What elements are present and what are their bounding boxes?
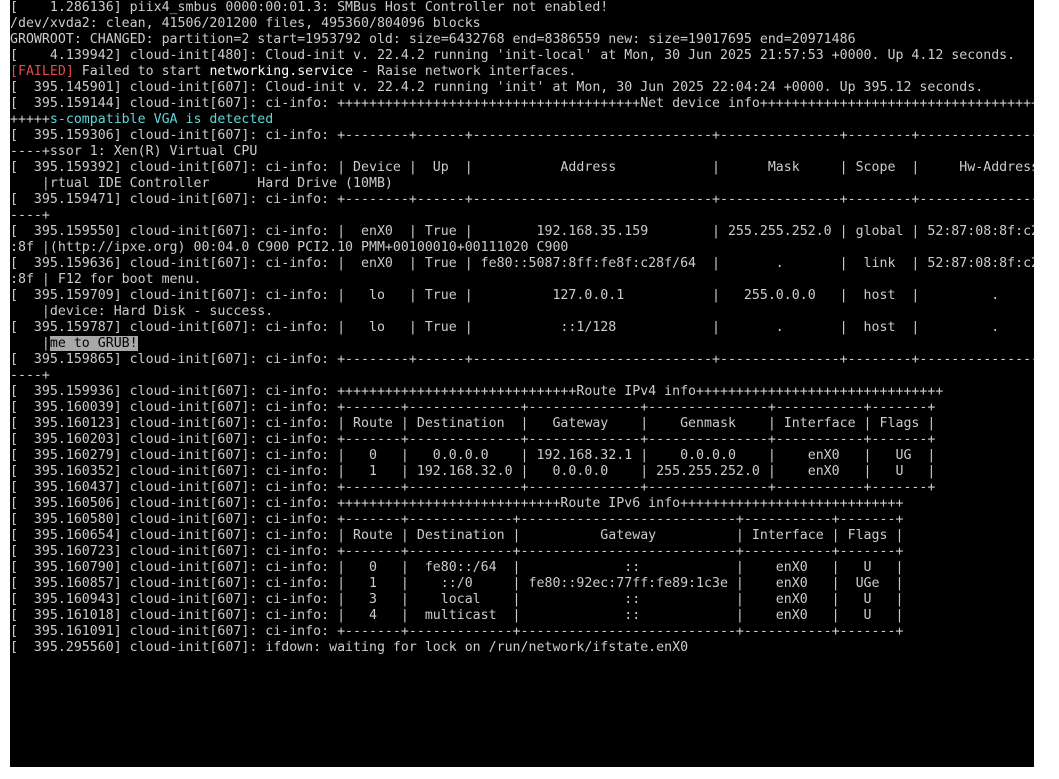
service-name: networking.service [209, 64, 354, 79]
console-line: [ 395.160123] cloud-init[607]: ci-info: … [10, 416, 1034, 432]
console-text: [ 395.145901] cloud-init[607]: Cloud-ini… [10, 80, 984, 95]
console-line: /dev/xvda2: clean, 41506/201200 files, 4… [10, 16, 1034, 32]
console-line: [ 395.160279] cloud-init[607]: ci-info: … [10, 448, 1034, 464]
console-text: ----+ [10, 208, 50, 223]
failed-status: [FAILED] [10, 64, 74, 79]
console-screen[interactable]: [ 1.286136] piix4_smbus 0000:00:01.3: SM… [10, 0, 1034, 767]
console-text: [ 395.160203] cloud-init[607]: ci-info: … [10, 432, 936, 447]
console-line: |device: Hard Disk - success. [10, 304, 1034, 320]
console-text: [ 395.160279] cloud-init[607]: ci-info: … [10, 448, 936, 463]
console-line: |me to GRUB! [10, 336, 1034, 352]
console-text: [ 395.160437] cloud-init[607]: ci-info: … [10, 480, 936, 495]
console-line: [ 395.160723] cloud-init[607]: ci-info: … [10, 544, 1034, 560]
console-text: ----+ssor 1: Xen(R) Virtual CPU [10, 144, 258, 159]
console-text: [ 395.295560] cloud-init[607]: ifdown: w… [10, 640, 689, 655]
console-message: s-compatible VGA is detected [49, 112, 274, 127]
console-text: [ 395.159471] cloud-init[607]: ci-info: … [10, 192, 1034, 207]
console-line: [ 395.160654] cloud-init[607]: ci-info: … [10, 528, 1034, 544]
console-text: [ 4.139942] cloud-init[480]: Cloud-init … [10, 48, 1016, 63]
console-text: [ 395.159392] cloud-init[607]: ci-info: … [10, 160, 1034, 175]
console-text: |rtual IDE Controller Hard Drive (10MB) [10, 176, 393, 191]
console-text: :8f | F12 for boot menu. [10, 272, 202, 287]
console-text: [ 395.161091] cloud-init[607]: ci-info: … [10, 624, 904, 639]
console-text: [ 395.160857] cloud-init[607]: ci-info: … [10, 576, 904, 591]
console-text: [ 395.159306] cloud-init[607]: ci-info: … [10, 128, 1034, 143]
highlighted-text: me to GRUB! [49, 336, 138, 351]
console-line: [ 395.161091] cloud-init[607]: ci-info: … [10, 624, 1034, 640]
console-line: [ 395.160790] cloud-init[607]: ci-info: … [10, 560, 1034, 576]
console-text: ----+ [10, 368, 50, 383]
console-text: +++++ [10, 112, 50, 127]
console-text: [ 395.160506] cloud-init[607]: ci-info: … [10, 496, 904, 511]
console-output: [ 1.286136] piix4_smbus 0000:00:01.3: SM… [10, 0, 1034, 656]
console-text: [ 395.159787] cloud-init[607]: ci-info: … [10, 320, 1000, 335]
console-line: +++++s-compatible VGA is detected [10, 112, 1034, 128]
console-text: - Raise network interfaces. [353, 64, 577, 79]
console-text: GROWROOT: CHANGED: partition=2 start=195… [10, 32, 856, 47]
console-line: GROWROOT: CHANGED: partition=2 start=195… [10, 32, 1034, 48]
console-text: [ 395.159144] cloud-init[607]: ci-info: … [10, 96, 1034, 111]
console-line: :8f |(http://ipxe.org) 00:04.0 C900 PCI2… [10, 240, 1034, 256]
console-line: ----+ssor 1: Xen(R) Virtual CPU [10, 144, 1034, 160]
console-line: [ 395.159550] cloud-init[607]: ci-info: … [10, 224, 1034, 240]
console-text: [ 395.159636] cloud-init[607]: ci-info: … [10, 256, 1034, 271]
console-line: [ 395.145901] cloud-init[607]: Cloud-ini… [10, 80, 1034, 96]
console-text: [ 395.159550] cloud-init[607]: ci-info: … [10, 224, 1034, 239]
console-text: [ 395.160352] cloud-init[607]: ci-info: … [10, 464, 936, 479]
console-text: :8f |(http://ipxe.org) 00:04.0 C900 PCI2… [10, 240, 569, 255]
console-line: [ 395.159636] cloud-init[607]: ci-info: … [10, 256, 1034, 272]
console-line: [ 395.161018] cloud-init[607]: ci-info: … [10, 608, 1034, 624]
console-line: [FAILED] Failed to start networking.serv… [10, 64, 1034, 80]
console-line: [ 395.159709] cloud-init[607]: ci-info: … [10, 288, 1034, 304]
console-line: [ 395.159471] cloud-init[607]: ci-info: … [10, 192, 1034, 208]
console-line: :8f | F12 for boot menu. [10, 272, 1034, 288]
console-line: [ 395.159144] cloud-init[607]: ci-info: … [10, 96, 1034, 112]
console-line: [ 395.160857] cloud-init[607]: ci-info: … [10, 576, 1034, 592]
console-text: [ 395.160123] cloud-init[607]: ci-info: … [10, 416, 936, 431]
console-line: [ 395.160943] cloud-init[607]: ci-info: … [10, 592, 1034, 608]
console-text: [ 395.160580] cloud-init[607]: ci-info: … [10, 512, 904, 527]
console-line: ----+ [10, 368, 1034, 384]
console-text: [ 1.286136] piix4_smbus 0000:00:01.3: SM… [10, 0, 609, 15]
console-text: [ 395.159936] cloud-init[607]: ci-info: … [10, 384, 944, 399]
console-line: [ 395.160203] cloud-init[607]: ci-info: … [10, 432, 1034, 448]
console-text: [ 395.160039] cloud-init[607]: ci-info: … [10, 400, 936, 415]
console-line: [ 395.160506] cloud-init[607]: ci-info: … [10, 496, 1034, 512]
console-line: ----+ [10, 208, 1034, 224]
console-line: [ 395.160580] cloud-init[607]: ci-info: … [10, 512, 1034, 528]
console-line: [ 4.139942] cloud-init[480]: Cloud-init … [10, 48, 1034, 64]
console-text: [ 395.161018] cloud-init[607]: ci-info: … [10, 608, 904, 623]
console-text: Failed to start [73, 64, 210, 79]
console-text: [ 395.159865] cloud-init[607]: ci-info: … [10, 352, 1034, 367]
console-text: /dev/xvda2: clean, 41506/201200 files, 4… [10, 16, 481, 31]
console-line: [ 395.295560] cloud-init[607]: ifdown: w… [10, 640, 1034, 656]
console-text: | [10, 336, 50, 351]
console-line: [ 1.286136] piix4_smbus 0000:00:01.3: SM… [10, 0, 1034, 16]
console-line: [ 395.159392] cloud-init[607]: ci-info: … [10, 160, 1034, 176]
console-line: [ 395.159936] cloud-init[607]: ci-info: … [10, 384, 1034, 400]
console-line: [ 395.160437] cloud-init[607]: ci-info: … [10, 480, 1034, 496]
console-text: [ 395.160943] cloud-init[607]: ci-info: … [10, 592, 904, 607]
console-line: |rtual IDE Controller Hard Drive (10MB) [10, 176, 1034, 192]
console-text: [ 395.160723] cloud-init[607]: ci-info: … [10, 544, 904, 559]
console-text: [ 395.160790] cloud-init[607]: ci-info: … [10, 560, 904, 575]
console-line: [ 395.159306] cloud-init[607]: ci-info: … [10, 128, 1034, 144]
console-text: [ 395.159709] cloud-init[607]: ci-info: … [10, 288, 1000, 303]
console-line: [ 395.160352] cloud-init[607]: ci-info: … [10, 464, 1034, 480]
console-line: [ 395.160039] cloud-init[607]: ci-info: … [10, 400, 1034, 416]
console-line: [ 395.159787] cloud-init[607]: ci-info: … [10, 320, 1034, 336]
console-line: [ 395.159865] cloud-init[607]: ci-info: … [10, 352, 1034, 368]
console-text: [ 395.160654] cloud-init[607]: ci-info: … [10, 528, 904, 543]
console-text: |device: Hard Disk - success. [10, 304, 274, 319]
